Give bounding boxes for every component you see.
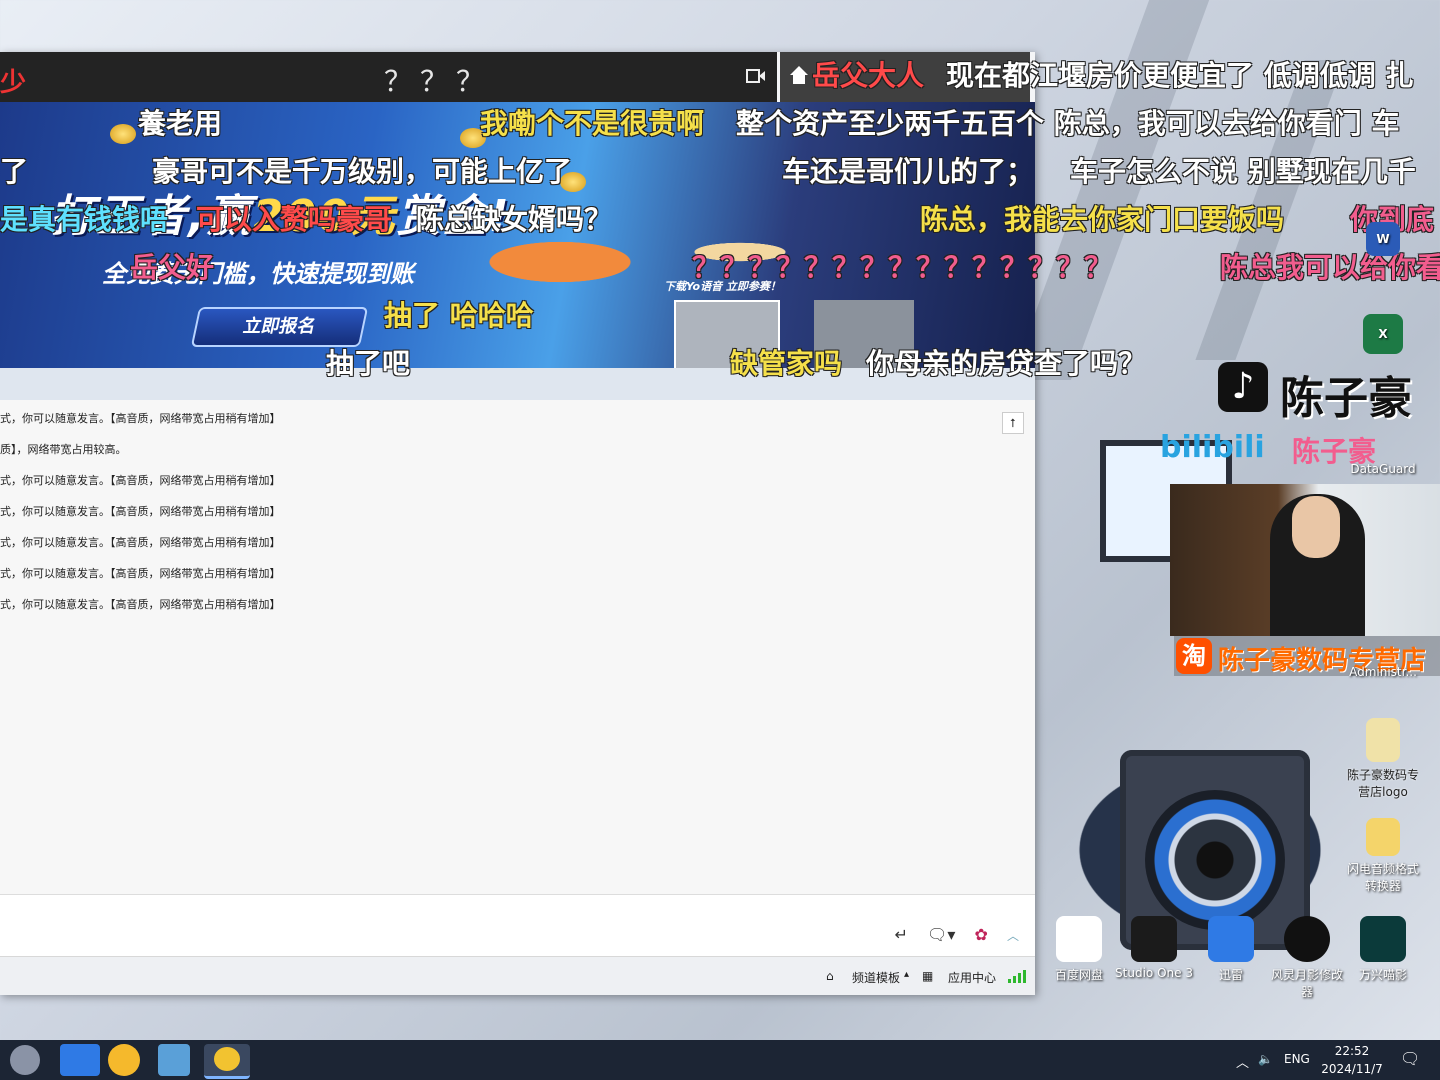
studio-one-icon — [1131, 916, 1177, 962]
chat-line: 式，你可以随意发言。【高音质，网络带宽占用稍有增加】 — [0, 474, 281, 487]
yy-voice-taskbar-icon[interactable] — [204, 1044, 250, 1079]
taskbar: ︿ 🔈 ENG 22:52 2024/11/7 🗨 — [0, 1040, 1440, 1080]
tiktok-badge: ♪ 陈子豪 — [1218, 362, 1438, 424]
word-icon: W — [1366, 222, 1400, 256]
chat-line: 式，你可以随意发言。【高音质，网络带宽占用稍有增加】 — [0, 412, 281, 425]
chevron-up-icon[interactable]: ︿ — [1007, 929, 1019, 943]
chat-line: 式，你可以随意发言。【高音质，网络带宽占用稍有增加】 — [0, 567, 281, 580]
enter-icon[interactable]: ↵ — [895, 925, 908, 944]
chevron-up-icon[interactable]: ︿ — [1236, 1052, 1249, 1071]
danmaku: 抽了 哈哈哈 — [384, 299, 534, 332]
voice-chat-window: 少 ？？？ 打王者,赢200元赏金! 全免费无门槛，快速提现到账 立即报名 下载… — [0, 52, 1035, 995]
rose-icon[interactable]: ✿ — [974, 925, 987, 944]
window-title: ？？？ — [384, 65, 493, 98]
tiktok-name: 陈子豪 — [1280, 373, 1412, 424]
xunlei-taskbar-icon[interactable] — [60, 1044, 100, 1076]
desktop-icon-filmora[interactable]: 万兴喵影 — [1343, 916, 1423, 983]
desktop-icon-studio-one[interactable]: Studio One 3 — [1114, 916, 1194, 980]
danmaku: 岳父大人 — [812, 59, 925, 92]
danmaku: 可以入赘吗豪哥 — [196, 203, 393, 236]
desktop-icon-word[interactable]: W — [1343, 222, 1423, 260]
coin-decoration — [110, 124, 136, 144]
danmaku: 缺管家吗 — [730, 347, 843, 380]
danmaku: 陈总缺女婿吗？ — [416, 203, 613, 236]
excel-icon: X — [1363, 314, 1403, 354]
desktop-icon-xunlei[interactable]: 迅雷 — [1191, 916, 1271, 983]
clock-time: 22:52 — [1334, 1044, 1370, 1058]
tiktok-icon: ♪ — [1218, 362, 1268, 412]
danmaku: 抽了吧 — [326, 347, 411, 380]
xunlei-icon — [1208, 916, 1254, 962]
trainer-icon — [1284, 916, 1330, 962]
desktop-icon-audio-converter[interactable]: 闪电音频格式转换器 — [1343, 818, 1423, 894]
scroll-top-icon[interactable]: ⭡ — [1002, 412, 1024, 434]
webcam-feed — [1170, 484, 1440, 636]
app-taskbar-icon[interactable] — [158, 1044, 190, 1076]
desktop-icon-trainer[interactable]: 风灵月影修改器 — [1267, 916, 1347, 1000]
chat-line: 式，你可以随意发言。【高音质，网络带宽占用稍有增加】 — [0, 505, 281, 518]
input-toolbar: ↵ 🗨▾ ✿ ︿ — [881, 925, 1019, 944]
danmaku: 養老用 — [138, 107, 223, 140]
notification-icon[interactable]: 🗨 — [1400, 1049, 1420, 1068]
folder-icon — [1366, 818, 1400, 856]
home-icon[interactable] — [788, 64, 810, 92]
bilibili-badge: bilibili 陈子豪 — [1160, 422, 1440, 468]
filmora-icon — [1360, 916, 1406, 962]
chevron-up-icon[interactable]: ▴ — [904, 969, 909, 980]
app-center-button[interactable]: 应用中心 — [948, 969, 996, 986]
app-grid-icon[interactable]: ▦ — [922, 969, 933, 983]
danmaku: 整个资产至少两千五百个 陈总，我可以去给你看门 车 — [736, 107, 1400, 140]
desktop-icon-logo-file[interactable]: 陈子豪数码专营店logo — [1343, 718, 1423, 800]
channel-template-button[interactable]: 频道模板 — [852, 969, 900, 986]
danmaku: 我嘞个不是很贵啊 — [480, 107, 705, 140]
message-input[interactable]: ↵ 🗨▾ ✿ ︿ — [0, 894, 1035, 957]
danmaku: 你母亲的房贷查了吗？ — [866, 347, 1147, 380]
signal-icon — [1008, 969, 1028, 983]
danmaku: 车还是哥们儿的了； — [782, 155, 1035, 188]
bilibili-logo: bilibili — [1160, 430, 1265, 465]
file-icon — [1366, 718, 1400, 762]
channel-template-icon[interactable]: ⌂ — [826, 969, 834, 983]
register-button[interactable]: 立即报名 — [190, 307, 369, 347]
chat-line: 质】，网络带宽占用较高。 — [0, 443, 127, 456]
bottom-toolbar: ⌂ 频道模板 ▴ ▦ 应用中心 — [0, 956, 1035, 995]
danmaku: 豪哥可不是千万级别，可能上亿了 — [152, 155, 573, 188]
desktop-icon-dataguard[interactable]: DataGuard — [1343, 462, 1423, 476]
danmaku: 现在都江堰房价更便宜了 低调低调 扎 — [946, 59, 1414, 92]
camera-icon[interactable] — [746, 66, 768, 86]
desktop-icon-excel[interactable]: X — [1343, 314, 1423, 358]
clock[interactable]: 22:52 2024/11/7 — [1312, 1042, 1392, 1078]
danmaku: 陈总，我能去你家门口要饭吗 — [920, 203, 1285, 236]
taobao-icon: 淘 — [1176, 638, 1212, 674]
clock-date: 2024/11/7 — [1321, 1062, 1383, 1076]
chat-line: 式，你可以随意发言。【高音质，网络带宽占用稍有增加】 — [0, 536, 281, 549]
danmaku: 是真有钱钱唔 — [0, 203, 169, 236]
danmaku: 了 — [0, 155, 29, 188]
chat-line: 式，你可以随意发言。【高音质，网络带宽占用稍有增加】 — [0, 598, 281, 611]
desktop-icon-baidu-netdisk[interactable]: 百度网盘 — [1039, 916, 1119, 983]
danmaku: ？？？？？？？？？？？？？？？ — [692, 251, 1113, 284]
language-indicator[interactable]: ENG — [1284, 1052, 1310, 1066]
titlebar-mark: 少 — [0, 68, 27, 98]
danmaku: 车子怎么不说 别墅现在几千 — [1070, 155, 1416, 188]
window-titlebar[interactable]: 少 ？？？ — [0, 52, 777, 102]
chat-log: 式，你可以随意发言。【高音质，网络带宽占用稍有增加】 质】，网络带宽占用较高。 … — [0, 400, 1035, 894]
app-taskbar-icon[interactable] — [108, 1044, 140, 1076]
baidu-netdisk-icon — [1056, 916, 1102, 962]
chat-bubble-icon[interactable]: 🗨▾ — [927, 925, 955, 944]
start-icon[interactable] — [10, 1045, 40, 1075]
speaker-icon[interactable]: 🔈 — [1258, 1052, 1273, 1066]
desktop-icon-administrator[interactable]: Administr... — [1343, 665, 1423, 679]
danmaku: 岳父好 — [130, 251, 215, 284]
